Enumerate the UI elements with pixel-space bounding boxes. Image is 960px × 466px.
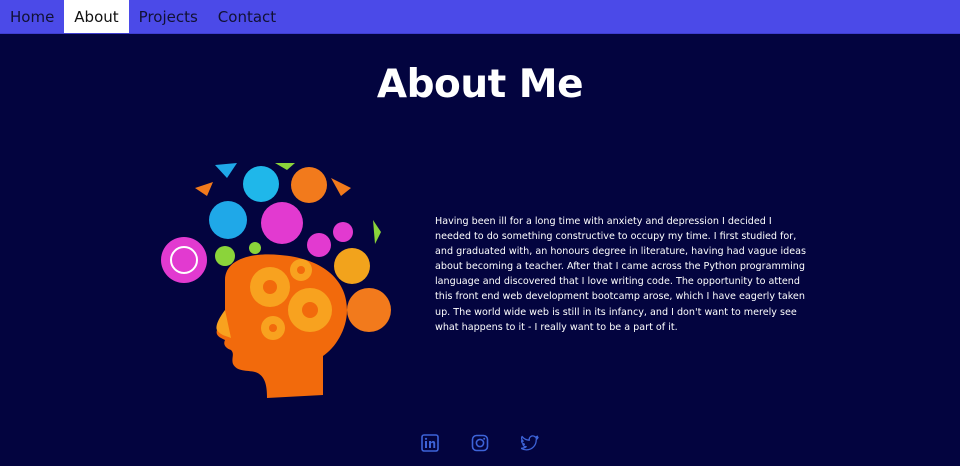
linkedin-icon[interactable] [421,434,439,452]
navbar: Home About Projects Contact [0,0,960,34]
head-gears-icon [161,163,391,398]
nav-contact-link[interactable]: Contact [208,0,286,33]
social-links [0,434,960,452]
nav-projects-link[interactable]: Projects [129,0,208,33]
nav-about-link[interactable]: About [64,0,129,33]
twitter-icon[interactable] [521,434,539,452]
page-title: About Me [376,62,584,107]
nav-home-link[interactable]: Home [0,0,64,33]
instagram-icon[interactable] [471,434,489,452]
head-illustration [155,160,395,400]
about-paragraph: Having been ill for a long time with anx… [435,216,806,333]
